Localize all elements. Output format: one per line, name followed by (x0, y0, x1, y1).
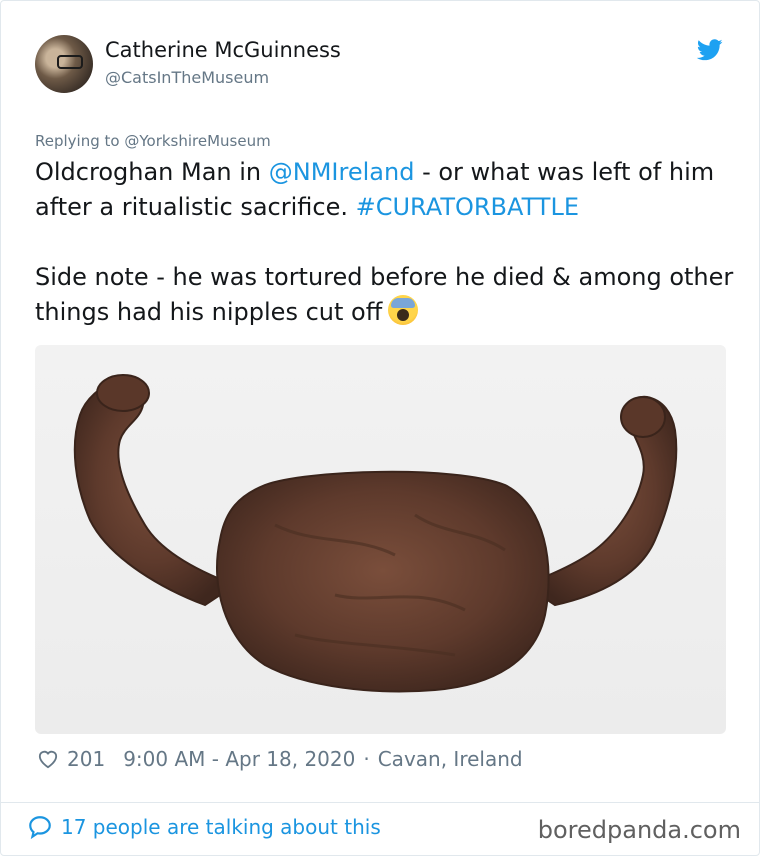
tweet-paragraph-1: Oldcroghan Man in @NMIreland - or what w… (35, 155, 735, 225)
reply-bubble-icon (29, 816, 51, 840)
screaming-face-emoji-icon (388, 295, 419, 325)
tweet-photo[interactable] (35, 345, 726, 734)
tweet-header: Catherine McGuinness @CatsInTheMuseum (35, 35, 729, 95)
watermark: boredpanda.com (537, 816, 741, 844)
mention-link[interactable]: @NMIreland (269, 158, 415, 186)
tweet-card: Catherine McGuinness @CatsInTheMuseum Re… (0, 0, 760, 856)
tweet-paragraph-2: Side note - he was tortured before he di… (35, 260, 735, 330)
heart-icon[interactable] (37, 749, 59, 769)
divider (1, 802, 759, 803)
reply-context: Replying to @YorkshireMuseum (35, 132, 271, 150)
talking-link[interactable]: 17 people are talking about this (27, 814, 381, 840)
tweet-text-part: Side note - he was tortured before he di… (35, 263, 734, 326)
timestamp-link[interactable]: 9:00 AM - Apr 18, 2020 (123, 747, 355, 771)
like-count[interactable]: 201 (67, 747, 105, 771)
bog-body-image (73, 374, 678, 693)
user-names: Catherine McGuinness @CatsInTheMuseum (105, 37, 341, 89)
reply-target-link[interactable]: @YorkshireMuseum (124, 132, 270, 150)
avatar[interactable] (35, 35, 93, 93)
talking-text[interactable]: 17 people are talking about this (61, 815, 381, 839)
tweet-text: Oldcroghan Man in @NMIreland - or what w… (35, 155, 735, 330)
location-link[interactable]: Cavan, Ireland (378, 747, 523, 771)
display-name[interactable]: Catherine McGuinness (105, 37, 341, 63)
tweet-meta: 201 9:00 AM - Apr 18, 2020 · Cavan, Irel… (37, 747, 523, 771)
reply-prefix: Replying to (35, 132, 125, 150)
tweet-text-part: Oldcroghan Man in (35, 158, 269, 186)
hashtag-link[interactable]: #CURATORBATTLE (356, 193, 579, 221)
twitter-bird-icon[interactable] (697, 39, 723, 61)
user-handle[interactable]: @CatsInTheMuseum (105, 67, 341, 89)
meta-separator: · (363, 747, 370, 771)
